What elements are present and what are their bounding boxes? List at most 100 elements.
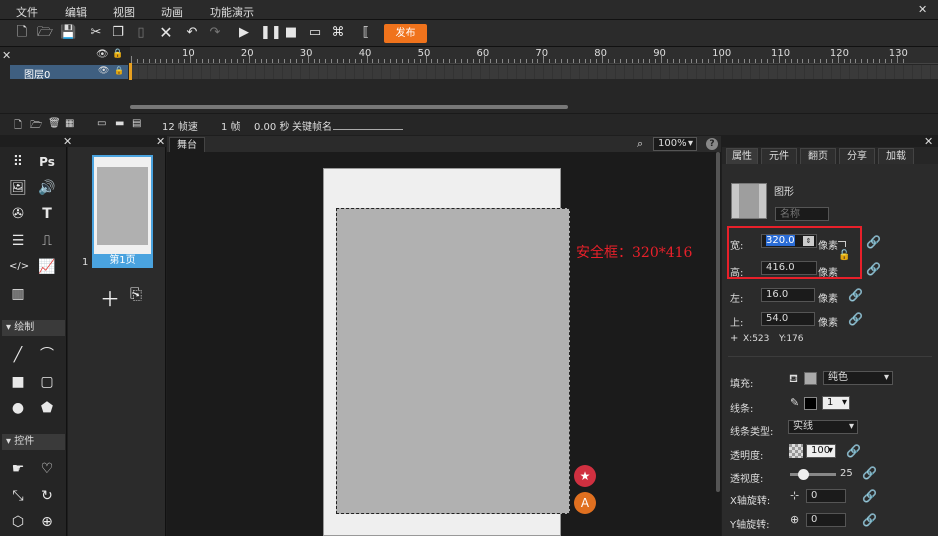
zoom-search-icon[interactable]: ⌕ <box>637 137 643 151</box>
preview-code-icon[interactable]: ⌘ <box>330 25 346 41</box>
layer-row[interactable]: 图层0 👁 🔒 <box>10 65 128 81</box>
left-input[interactable]: 16.0 <box>761 288 815 302</box>
timeline-scrollbar[interactable] <box>130 105 568 109</box>
pen-icon[interactable]: ✎ <box>790 396 799 409</box>
chart-icon[interactable]: 📈 <box>38 258 56 276</box>
import-page-icon[interactable]: ⎘ <box>130 285 142 303</box>
perspective-slider-handle[interactable] <box>798 469 809 480</box>
add-favorite-button[interactable]: ★ <box>574 465 596 487</box>
paint-bucket-icon[interactable]: ⛾ <box>789 372 798 387</box>
stage-vertical-scrollbar[interactable] <box>716 152 720 492</box>
layer-options-icon[interactable]: ▦ <box>65 118 74 129</box>
new-folder-icon[interactable]: 🗁 <box>30 118 42 135</box>
frame-track[interactable] <box>130 65 938 79</box>
timeline-ruler[interactable]: 10 20 30 40 50 60 70 80 90 100 110 120 130 <box>130 47 938 64</box>
fill-color-swatch[interactable] <box>804 372 817 385</box>
stroke-width-select[interactable]: 1 ▾ <box>822 396 850 410</box>
width-link-icon[interactable]: 🔗 <box>866 235 881 249</box>
rotate-control-icon[interactable]: ↻ <box>38 487 56 505</box>
keyframe-name-field[interactable] <box>333 129 403 130</box>
html-code-icon[interactable]: </> <box>9 258 29 276</box>
perspective-slider-track[interactable] <box>790 473 836 476</box>
controls-section-header[interactable]: ▾ 控件 <box>2 434 65 450</box>
menu-edit[interactable]: 编辑 <box>65 4 87 20</box>
height-link-icon[interactable]: 🔗 <box>866 262 881 276</box>
lock-icon[interactable]: 🔒 <box>112 49 123 59</box>
rounded-rect-tool-icon[interactable]: ▢ <box>38 373 56 391</box>
menu-file[interactable]: 文件 <box>16 4 38 20</box>
redo-icon[interactable]: ↷ <box>207 25 223 41</box>
fill-type-select[interactable]: 纯色 ▾ <box>823 371 893 385</box>
visibility-eye-icon[interactable]: 👁 <box>96 49 109 60</box>
save-icon[interactable]: 💾 <box>60 25 76 41</box>
play-icon[interactable]: ▶ <box>236 25 252 41</box>
width-stepper-icon[interactable]: ⇕ <box>803 236 814 246</box>
copy-icon[interactable]: ❐ <box>110 25 126 41</box>
open-folder-icon[interactable]: 🗁 <box>37 25 53 41</box>
stop-icon[interactable]: ■ <box>283 25 299 41</box>
insert-frame-icon[interactable]: ▭ <box>97 118 106 129</box>
layer-visibility-icon[interactable]: 👁 <box>98 66 109 76</box>
menu-animation[interactable]: 动画 <box>161 4 183 20</box>
globe-icon[interactable]: ⊕ <box>38 513 56 531</box>
rectangle-tool-icon[interactable]: ■ <box>9 373 27 391</box>
y-rotation-input[interactable]: 0 <box>806 513 846 527</box>
drag-control-icon[interactable]: ⤡ <box>9 487 27 505</box>
paste-icon[interactable]: ▯ <box>133 25 149 41</box>
menu-feature-demo[interactable]: 功能演示 <box>210 4 254 20</box>
pause-icon[interactable]: ❚❚ <box>260 25 282 41</box>
tab-page-turn[interactable]: 翻页 <box>800 148 836 164</box>
cut-icon[interactable]: ✂ <box>88 25 104 41</box>
window-close-icon[interactable]: ✕ <box>918 3 927 16</box>
stroke-color-swatch[interactable] <box>804 397 817 410</box>
photoshop-import-icon[interactable]: Ps <box>38 153 56 171</box>
audio-icon[interactable]: 🔊 <box>38 179 56 197</box>
zoom-select[interactable]: 100% ▾ <box>653 137 697 151</box>
component-icon[interactable]: ✇ <box>9 205 27 223</box>
publish-button[interactable]: 发布 <box>384 24 427 43</box>
new-layer-icon[interactable]: 🗋 <box>14 118 22 135</box>
text-tool-icon[interactable]: T <box>38 205 56 223</box>
perspective-link-icon[interactable]: 🔗 <box>862 466 877 480</box>
opacity-link-icon[interactable]: 🔗 <box>846 444 861 458</box>
slideshow-icon[interactable]: ▥ <box>9 285 27 303</box>
curve-tool-icon[interactable]: ⌒ <box>38 346 56 364</box>
x-rotation-input[interactable]: 0 <box>806 489 846 503</box>
menu-view[interactable]: 视图 <box>113 4 135 20</box>
layer-lock-icon[interactable]: 🔒 <box>114 66 124 75</box>
object-name-input[interactable] <box>775 207 829 221</box>
top-input[interactable]: 54.0 <box>761 312 815 326</box>
tab-symbols[interactable]: 元件 <box>761 148 797 164</box>
safe-frame-shape[interactable] <box>336 208 570 514</box>
tab-loading[interactable]: 加载 <box>878 148 914 164</box>
presentation-icon[interactable]: ⎍ <box>38 232 56 250</box>
tab-stage[interactable]: 舞台 <box>169 137 205 152</box>
preview-screen-icon[interactable]: ▭ <box>307 25 323 41</box>
aspect-lock-icon[interactable]: 🔓 <box>838 250 850 261</box>
delete-layer-icon[interactable]: 🗑 <box>48 118 61 129</box>
line-tool-icon[interactable]: ╱ <box>9 346 27 364</box>
playhead[interactable] <box>129 63 132 80</box>
add-page-icon[interactable]: ＋ <box>100 283 120 312</box>
add-text-button[interactable]: A <box>574 492 596 514</box>
draw-section-header[interactable]: ▾ 绘制 <box>2 320 65 336</box>
help-icon[interactable]: ? <box>706 138 718 150</box>
image-icon[interactable]: 🖼 <box>9 179 27 197</box>
delete-frame-icon[interactable]: ▤ <box>132 118 141 129</box>
grid-icon[interactable]: ⠿ <box>9 153 27 171</box>
timeline-close-icon[interactable]: ✕ <box>2 49 11 62</box>
new-file-icon[interactable]: 🗋 <box>14 25 30 41</box>
x-rotation-link-icon[interactable]: 🔗 <box>862 489 877 503</box>
tab-properties[interactable]: 属性 <box>726 148 758 164</box>
tab-share[interactable]: 分享 <box>839 148 875 164</box>
delete-icon[interactable]: ✕ <box>158 25 174 41</box>
touch-control-icon[interactable]: ☛ <box>9 460 27 478</box>
html5-export-icon[interactable]: ⟦ <box>358 25 374 41</box>
top-link-icon[interactable]: 🔗 <box>848 312 863 326</box>
paragraph-icon[interactable]: ☰ <box>9 232 27 250</box>
ellipse-tool-icon[interactable]: ● <box>9 399 27 417</box>
height-input[interactable]: 416.0 <box>761 261 817 275</box>
left-link-icon[interactable]: 🔗 <box>848 288 863 302</box>
polygon-tool-icon[interactable]: ⬟ <box>38 399 56 417</box>
y-rotation-link-icon[interactable]: 🔗 <box>862 513 877 527</box>
